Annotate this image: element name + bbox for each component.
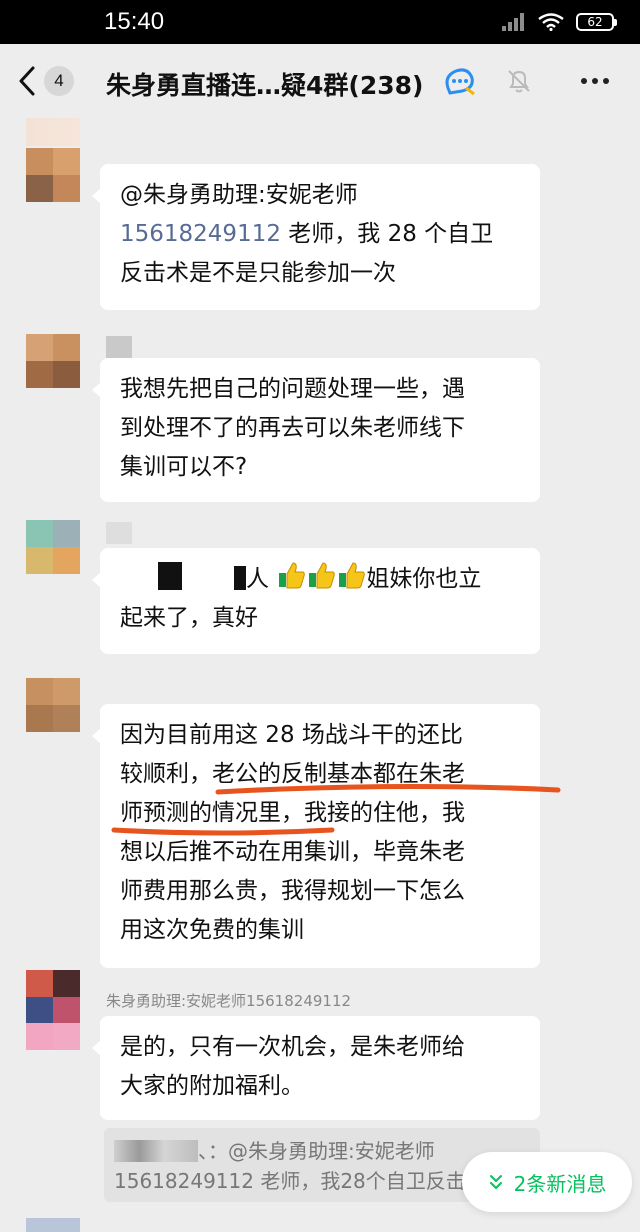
- blurred-name: [114, 1140, 198, 1162]
- new-messages-button[interactable]: 2条新消息: [462, 1152, 632, 1212]
- message-text: 集训可以不?: [120, 454, 248, 480]
- new-messages-label: 2条新消息: [513, 1171, 607, 1196]
- channel-badge-icon[interactable]: [442, 66, 476, 96]
- avatar[interactable]: [26, 678, 80, 732]
- redacted-block: [234, 566, 246, 590]
- message-text: 起来了，真好: [120, 605, 258, 631]
- back-chevron-icon: [19, 66, 35, 96]
- sender-nickname: [106, 522, 132, 544]
- mute-bell-icon[interactable]: [506, 68, 532, 94]
- sender-nickname: [106, 336, 132, 358]
- avatar[interactable]: [26, 520, 80, 574]
- message-text: 到处理不了的再去可以朱老师线下: [120, 415, 465, 441]
- message-text: 师费用那么贵，我得规划一下怎么: [120, 878, 465, 904]
- status-icons: 62: [502, 13, 617, 31]
- message-text: 15618249112 老师，我 28 个自卫: [120, 221, 494, 247]
- message-text: 我想先把自己的问题处理一些，遇: [120, 376, 465, 402]
- thumbs-up-emoji-icon: [279, 562, 306, 589]
- message-bubble[interactable]: 人 姐妹你也立 起来了，真好: [92, 548, 540, 654]
- back-button[interactable]: 4: [18, 61, 78, 101]
- quote-line: 、：@朱身勇助理:安妮老师: [114, 1136, 530, 1166]
- double-chevron-down-icon: [489, 1175, 502, 1189]
- message-text: 因为目前用这 28 场战斗干的还比: [120, 722, 463, 748]
- message-bubble[interactable]: 我想先把自己的问题处理一些，遇 到处理不了的再去可以朱老师线下 集训可以不?: [92, 358, 540, 502]
- message-bubble[interactable]: 是的，只有一次机会，是朱老师给 大家的附加福利。: [92, 1016, 540, 1120]
- redacted-block: [158, 562, 182, 590]
- battery-indicator: 62: [576, 13, 617, 31]
- message-text: 是的，只有一次机会，是朱老师给: [120, 1034, 465, 1060]
- chat-title[interactable]: 朱身勇直播连…疑4群(238): [106, 66, 423, 102]
- thumbs-up-emoji-icon: [309, 562, 336, 589]
- message-text: 大家的附加福利。: [120, 1073, 304, 1099]
- status-time: 15:40: [104, 8, 165, 35]
- chat-header: 4 朱身勇直播连…疑4群(238): [0, 44, 640, 118]
- avatar[interactable]: [26, 334, 80, 388]
- wifi-icon: [538, 13, 564, 31]
- status-bar: 15:40 62: [0, 0, 640, 44]
- unread-count-badge: 4: [44, 66, 74, 96]
- sender-nickname: 朱身勇助理:安妮老师15618249112: [106, 992, 352, 1010]
- highlight-underline: [111, 783, 561, 836]
- signal-icon: [502, 13, 526, 31]
- message-text: @朱身勇助理:安妮老师: [120, 182, 358, 208]
- message-bubble[interactable]: @朱身勇助理:安妮老师 15618249112 老师，我 28 个自卫 反击术是…: [92, 164, 540, 310]
- avatar[interactable]: [26, 1218, 80, 1232]
- message-text: 人 姐妹你也立: [120, 560, 520, 599]
- message-text: 反击术是不是只能参加一次: [120, 260, 396, 286]
- message-text: 用这次免费的集训: [120, 917, 304, 943]
- phone-link[interactable]: 15618249112: [120, 221, 281, 247]
- avatar[interactable]: [26, 970, 80, 1050]
- avatar[interactable]: [26, 148, 80, 202]
- avatar[interactable]: [26, 118, 80, 146]
- thumbs-up-emoji-icon: [339, 562, 366, 589]
- more-dots-icon[interactable]: [578, 68, 612, 94]
